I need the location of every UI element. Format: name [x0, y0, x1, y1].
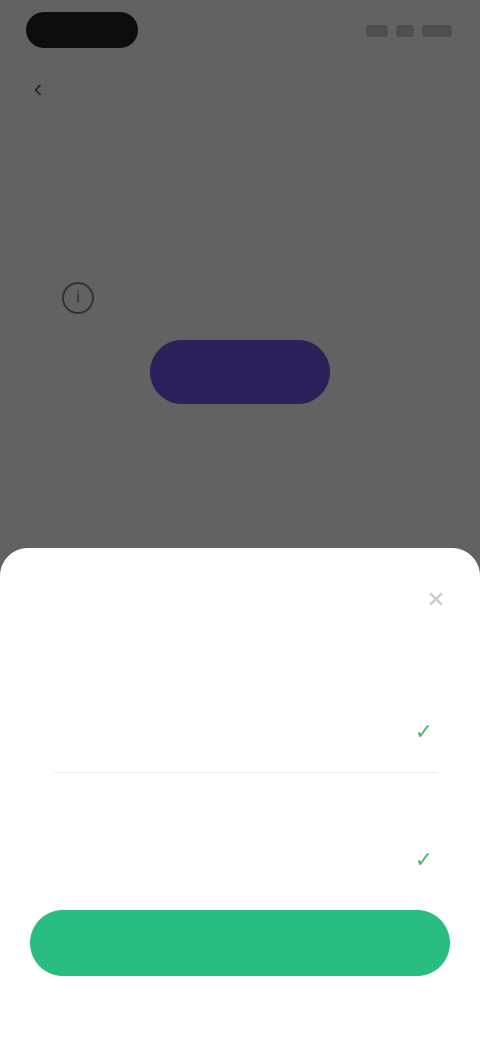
close-icon[interactable]: ✕	[420, 584, 452, 616]
field-divider	[54, 772, 438, 773]
check-icon: ✓	[414, 719, 434, 744]
sheet-field-first[interactable]: ✓	[54, 680, 438, 790]
check-icon: ✓	[414, 847, 434, 872]
bottom-sheet: ✕ ✓ ✓	[0, 548, 480, 1040]
confirm-button[interactable]	[30, 910, 450, 976]
sheet-field-second[interactable]: ✓	[54, 808, 438, 918]
sheet-title	[140, 590, 340, 614]
